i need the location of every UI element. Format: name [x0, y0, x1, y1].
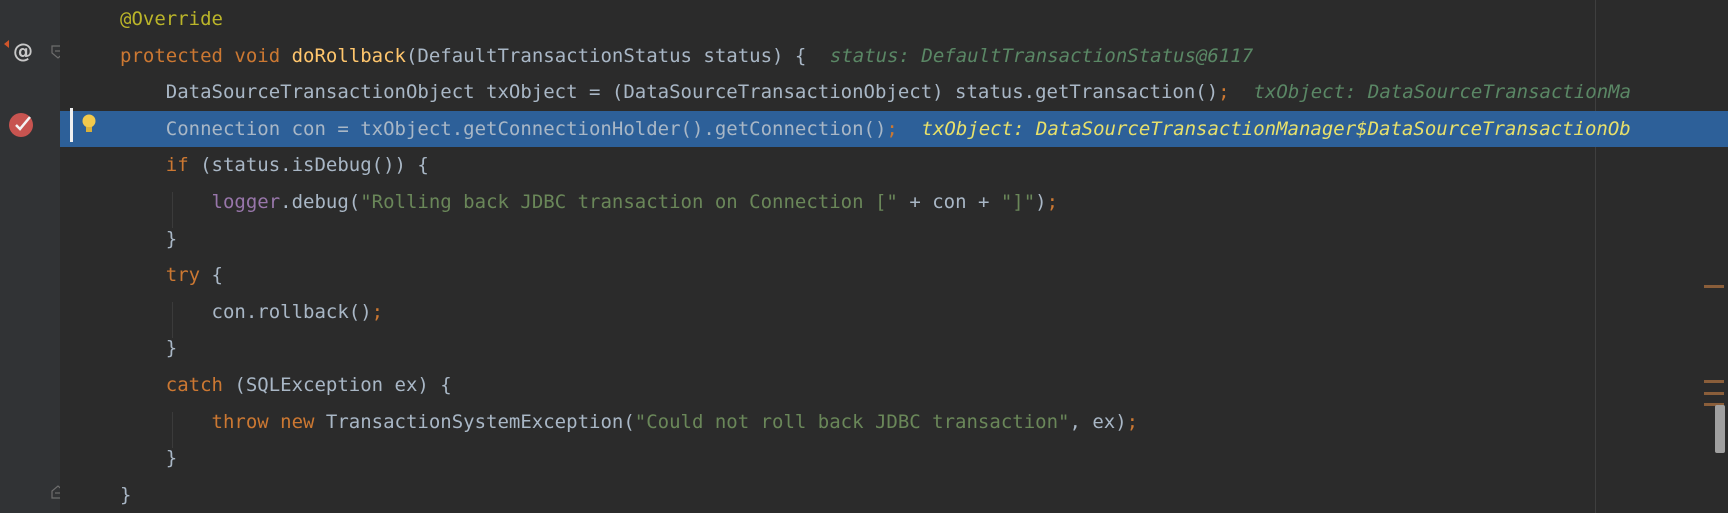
override-method-icon[interactable]: @: [2, 36, 36, 66]
code-token: doRollback: [291, 44, 406, 67]
code-token: ;: [1218, 81, 1230, 104]
code-line[interactable]: if (status.isDebug()) {: [60, 147, 1728, 183]
code-line[interactable]: }: [60, 330, 1728, 366]
scroll-marker[interactable]: [1704, 392, 1724, 395]
code-token: "Rolling back JDBC transaction on Connec…: [360, 191, 898, 213]
code-token: }: [120, 483, 132, 506]
code-text: protected void doRollback(DefaultTransac…: [120, 38, 806, 74]
code-line[interactable]: }: [60, 477, 1728, 513]
code-token: DataSourceTransactionObject txObject = (…: [120, 81, 1219, 104]
code-line[interactable]: }: [60, 440, 1728, 476]
code-text: }: [120, 440, 177, 476]
code-token: {: [211, 264, 223, 287]
code-text: logger.debug("Rolling back JDBC transact…: [120, 184, 1059, 220]
scroll-marker[interactable]: [1704, 380, 1724, 383]
code-token: throw new: [211, 410, 326, 433]
code-text: }: [120, 477, 131, 513]
code-text: if (status.isDebug()) {: [120, 147, 429, 183]
editor-gutter[interactable]: @: [0, 0, 65, 513]
code-token: protected void: [120, 44, 292, 67]
code-token: logger: [211, 191, 281, 213]
code-token: if: [165, 154, 201, 177]
code-token: ;: [886, 117, 898, 140]
code-token: ;: [1126, 410, 1139, 433]
code-token: (status.isDebug()) {: [200, 154, 429, 177]
code-line[interactable]: }: [60, 221, 1728, 257]
inline-debug-value[interactable]: status: DefaultTransactionStatus@6117: [830, 38, 1253, 74]
code-token: con.rollback(): [120, 300, 372, 323]
inline-debug-value[interactable]: txObject: DataSourceTransactionManager$D…: [922, 111, 1631, 147]
code-token: TransactionSystemException(: [325, 410, 635, 433]
code-token: , ex): [1069, 410, 1127, 433]
code-token: catch: [165, 374, 235, 396]
code-token: ;: [371, 300, 384, 323]
code-text: DataSourceTransactionObject txObject = (…: [120, 74, 1230, 110]
code-line[interactable]: @Override: [60, 1, 1728, 37]
code-text: try {: [120, 257, 223, 293]
code-token: (SQLException ex) {: [234, 374, 452, 396]
code-line[interactable]: protected void doRollback(DefaultTransac…: [60, 38, 1728, 74]
code-token: .debug(: [280, 191, 361, 213]
code-token: ): [1035, 191, 1047, 213]
code-token: try: [165, 264, 212, 287]
code-token: + con +: [897, 191, 1001, 213]
scrollbar-thumb[interactable]: [1715, 405, 1725, 453]
text-caret: [70, 108, 73, 142]
code-line[interactable]: logger.debug("Rolling back JDBC transact…: [60, 184, 1728, 220]
code-token: (DefaultTransactionStatus status) {: [405, 44, 807, 67]
code-text: }: [120, 330, 177, 366]
breakpoint-icon[interactable]: [6, 108, 38, 140]
code-text: @Override: [120, 1, 223, 37]
code-line-current[interactable]: Connection con = txObject.getConnectionH…: [60, 110, 1728, 147]
code-token: ;: [1046, 191, 1059, 213]
code-token: }: [120, 447, 178, 470]
code-token: }: [120, 337, 178, 360]
code-editor[interactable]: @Override protected void doRollback(Defau…: [60, 0, 1728, 513]
code-text: con.rollback();: [120, 294, 384, 330]
code-line[interactable]: throw new TransactionSystemException("Co…: [60, 404, 1728, 440]
code-token: Connection con = txObject.getConnectionH…: [120, 117, 887, 140]
code-line[interactable]: try {: [60, 257, 1728, 293]
code-line[interactable]: con.rollback();: [60, 294, 1728, 330]
code-token: "]": [1000, 191, 1036, 213]
code-token: }: [120, 227, 178, 250]
code-text: throw new TransactionSystemException("Co…: [120, 404, 1139, 440]
code-text: Connection con = txObject.getConnectionH…: [120, 111, 898, 147]
override-at-label: @: [13, 39, 33, 63]
scroll-marker[interactable]: [1704, 285, 1724, 288]
code-text: catch (SQLException ex) {: [120, 367, 452, 403]
code-token: "Could not roll back JDBC transaction": [634, 410, 1070, 433]
inline-debug-value[interactable]: txObject: DataSourceTransactionMa: [1254, 74, 1632, 110]
code-text: }: [120, 221, 177, 257]
lightbulb-icon[interactable]: [79, 112, 99, 136]
code-line[interactable]: catch (SQLException ex) {: [60, 367, 1728, 403]
code-token: @Override: [120, 8, 223, 30]
code-line[interactable]: DataSourceTransactionObject txObject = (…: [60, 74, 1728, 110]
